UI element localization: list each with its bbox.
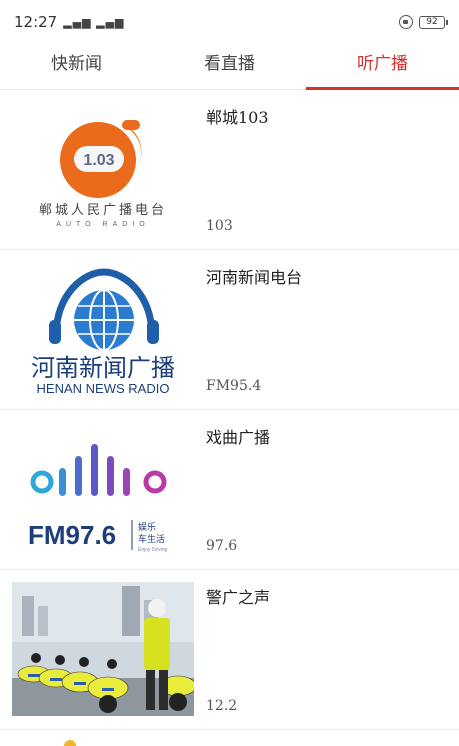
logo-en-text: HENAN NEWS RADIO [37,381,170,396]
station-frequency: 97.6 [206,538,238,554]
logo-tag1-text: 娱乐 [138,521,156,533]
station-name: 郸城103 [206,108,269,127]
next-item-logo-edge [64,740,76,746]
list-item[interactable]: 河南新闻广播 HENAN NEWS RADIO 河南新闻电台 FM95.4 [0,250,459,410]
station-logo-xiqu: FM97.6 娱乐 车生活 Enjoy Driving [12,422,194,556]
tab-radio[interactable]: 听广播 [306,44,459,90]
next-list-item-partial [0,730,459,746]
logo-fm-text: FM97.6 [28,520,116,550]
logo-badge-text: 1.03 [83,152,114,169]
logo-tag3-text: Enjoy Driving [138,547,168,553]
lock-icon [399,15,413,29]
station-photo-police [12,582,194,716]
station-name: 河南新闻电台 [206,268,303,287]
signal-icon: ▂▄▆ ▂▄▆ [63,15,125,29]
logo-tag2-text: 车生活 [138,533,165,545]
logo-cn-text: 河南新闻广播 [31,354,175,382]
tab-quick-news[interactable]: 快新闻 [0,44,153,89]
status-bar: 12:27 ▂▄▆ ▂▄▆ 92 [0,0,459,44]
list-item[interactable]: 警广之声 12.2 [0,570,459,730]
station-name: 戏曲广播 [206,428,271,447]
station-name: 警广之声 [206,588,271,607]
station-frequency: 103 [206,218,233,234]
station-frequency: FM95.4 [206,378,262,394]
station-logo-henan-news: 河南新闻广播 HENAN NEWS RADIO [12,262,194,396]
tab-bar: 快新闻 看直播 听广播 [0,44,459,90]
logo-en-text: AUTO RADIO [56,221,149,228]
station-logo-dancheng: 1.03 郸城人民广播电台 AUTO RADIO [12,102,194,236]
tab-live[interactable]: 看直播 [153,44,306,89]
station-frequency: 12.2 [206,698,238,714]
battery-icon: 92 [419,15,448,29]
status-right: 92 [399,15,448,29]
status-time: 12:27 [14,13,58,31]
list-item[interactable]: FM97.6 娱乐 车生活 Enjoy Driving 戏曲广播 97.6 [0,410,459,570]
station-list: 1.03 郸城人民广播电台 AUTO RADIO 郸城103 103 河南新闻广… [0,90,459,730]
list-item[interactable]: 1.03 郸城人民广播电台 AUTO RADIO 郸城103 103 [0,90,459,250]
logo-cn-text: 郸城人民广播电台 [39,203,167,218]
